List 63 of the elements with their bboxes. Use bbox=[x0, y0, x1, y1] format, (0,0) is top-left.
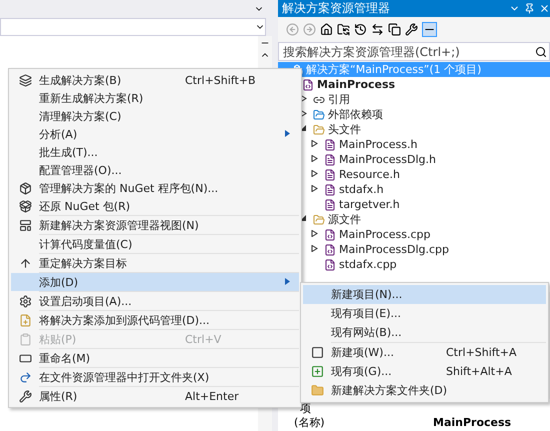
sync-icon[interactable] bbox=[337, 22, 350, 36]
refresh-icon[interactable] bbox=[371, 22, 384, 36]
menu-item[interactable]: 现有网站(B)... bbox=[303, 323, 546, 342]
collapsed-arrow-icon[interactable] bbox=[311, 230, 318, 237]
close-icon[interactable] bbox=[539, 3, 550, 14]
collapsed-arrow-icon[interactable] bbox=[311, 155, 318, 162]
folder-icon bbox=[313, 108, 325, 120]
cpp-file-icon bbox=[324, 244, 336, 256]
project-icon bbox=[302, 78, 314, 90]
wrench-icon bbox=[18, 390, 32, 402]
home-icon[interactable] bbox=[320, 22, 333, 36]
package-icon bbox=[18, 182, 32, 194]
property-name: (名称) bbox=[293, 414, 326, 430]
clipboard-icon bbox=[18, 332, 32, 346]
file-icon bbox=[324, 168, 336, 180]
menu-item[interactable]: 设置启动项目(A)... bbox=[11, 292, 299, 310]
preview-icon[interactable] bbox=[422, 22, 437, 36]
rename-icon bbox=[18, 352, 32, 364]
menu-item[interactable]: 在文件资源管理器中打开文件夹(X) bbox=[11, 368, 299, 386]
menu-item[interactable]: 重命名(M) bbox=[11, 349, 299, 367]
file-icon bbox=[324, 184, 336, 196]
menu-item[interactable]: 新建解决方案文件夹(D) bbox=[303, 381, 546, 400]
menu-item[interactable]: 将解决方案添加到源代码管理(D)... bbox=[11, 311, 299, 329]
collapse-all-icon[interactable] bbox=[388, 22, 401, 36]
search-icon[interactable] bbox=[535, 46, 547, 58]
pin-icon[interactable] bbox=[524, 3, 535, 14]
collapsed-arrow-icon[interactable] bbox=[311, 185, 318, 192]
history-icon[interactable] bbox=[354, 22, 367, 36]
menu-item[interactable]: 属性(R) Alt+Enter bbox=[11, 387, 299, 405]
collapsed-arrow-icon[interactable] bbox=[300, 110, 307, 117]
menu-item[interactable]: 现有项目(E)... bbox=[303, 304, 546, 323]
collapsed-arrow-icon[interactable] bbox=[300, 95, 307, 102]
build-icon bbox=[18, 74, 32, 86]
collapsed-arrow-icon[interactable] bbox=[311, 245, 318, 252]
wrench-icon[interactable] bbox=[405, 22, 418, 36]
file-icon bbox=[324, 138, 336, 150]
folder-icon bbox=[313, 214, 325, 226]
collapsed-arrow-icon[interactable] bbox=[311, 170, 318, 177]
cpp-file-icon bbox=[324, 228, 336, 240]
file-plus-icon bbox=[18, 314, 32, 326]
menu-item[interactable]: 添加(D) bbox=[11, 273, 299, 291]
new-item-icon bbox=[310, 346, 324, 359]
cpp-file-icon bbox=[324, 258, 336, 270]
dropdown-field[interactable] bbox=[0, 18, 266, 36]
menu-item[interactable]: 新建项目(N)... bbox=[303, 285, 546, 304]
file-icon bbox=[324, 198, 336, 210]
folder-icon bbox=[313, 124, 325, 136]
search-field[interactable]: 搜索解决方案资源管理器(Ctrl+;) bbox=[278, 42, 550, 61]
package-icon bbox=[18, 200, 32, 212]
collapsed-arrow-icon[interactable] bbox=[311, 140, 318, 147]
redo-arrow-icon bbox=[18, 370, 32, 384]
window-icon bbox=[18, 218, 32, 232]
menu-item[interactable]: 新建项(W)... Ctrl+Shift+A bbox=[303, 343, 546, 362]
submenu-arrow-icon[interactable] bbox=[285, 278, 290, 284]
arrow-up-icon bbox=[18, 256, 32, 270]
existing-item-icon bbox=[310, 365, 324, 378]
file-icon bbox=[324, 154, 336, 166]
submenu-arrow-icon[interactable] bbox=[285, 130, 290, 136]
folder-icon bbox=[310, 384, 324, 397]
property-value: MainProcess bbox=[433, 416, 512, 428]
menu-item[interactable]: 现有项(G)... Shift+Alt+A bbox=[303, 362, 546, 381]
panel-title: 解决方案资源管理器 bbox=[282, 0, 391, 17]
settings-icon bbox=[18, 294, 32, 308]
